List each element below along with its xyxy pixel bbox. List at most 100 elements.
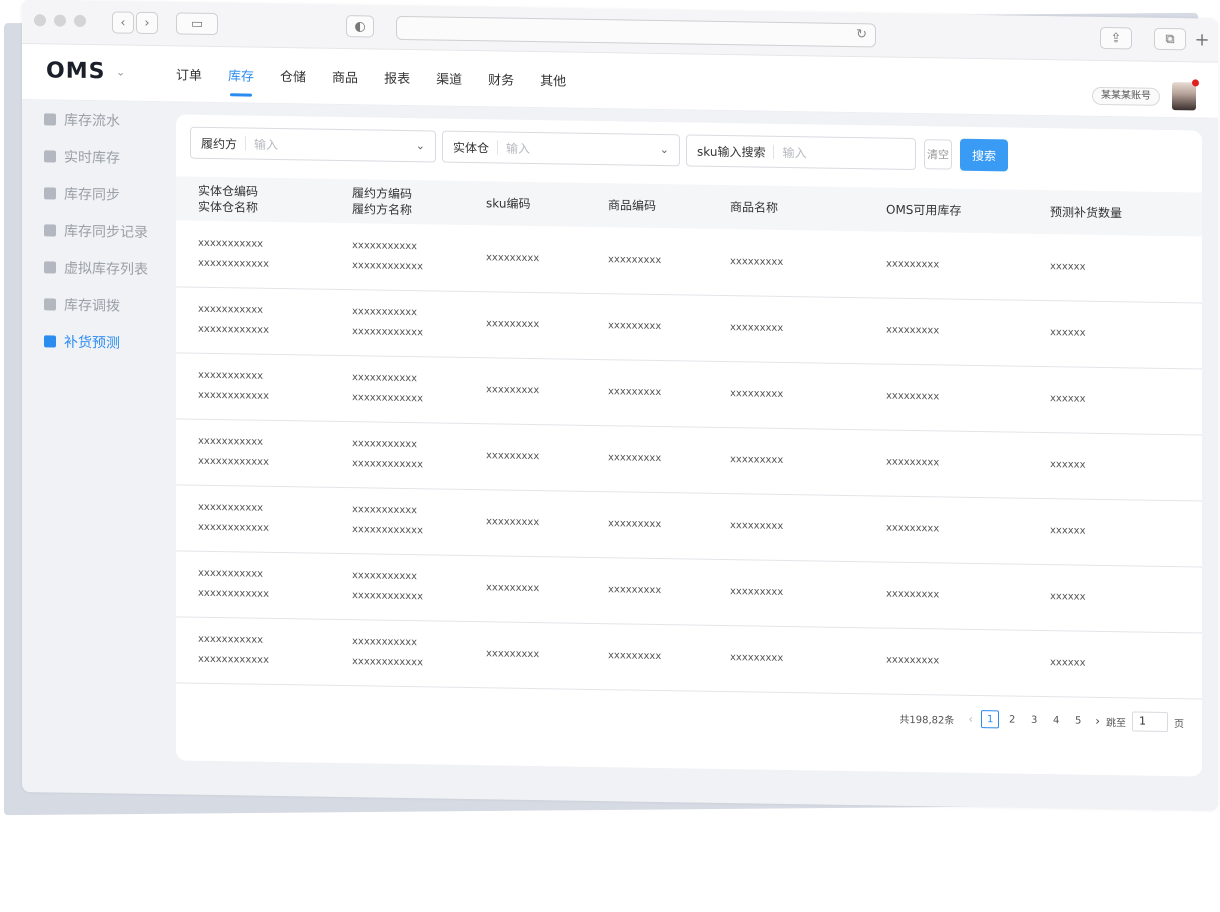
page-number[interactable]: 2 bbox=[1003, 710, 1021, 728]
cell-text: xxxxxxxxxxx bbox=[198, 633, 264, 646]
cell-text: xxxxxxxxx bbox=[608, 386, 662, 399]
sidebar-item-2[interactable]: 库存同步 bbox=[22, 174, 172, 213]
cell-text: xxxxxx bbox=[1050, 657, 1086, 669]
sidebar-item-label: 库存流水 bbox=[64, 112, 120, 130]
tabs-overview-icon[interactable]: ⧉ bbox=[1154, 27, 1186, 51]
top-nav: 订单 库存 仓储 商品 报表 渠道 财务 其他 bbox=[176, 64, 592, 102]
list-icon bbox=[44, 112, 56, 126]
sidebar-item-4[interactable]: 虚拟库存列表 bbox=[22, 248, 172, 287]
cell-text: xxxxxxxxxxx bbox=[352, 570, 418, 583]
warehouse-placeholder: 输入 bbox=[506, 141, 531, 156]
cell-text: xxxxxxxxx bbox=[730, 388, 784, 400]
cell-text: xxxxxxxxx bbox=[608, 253, 662, 266]
jump-label: 跳至 bbox=[1106, 717, 1126, 729]
chevron-down-icon[interactable]: ⌄ bbox=[116, 65, 125, 78]
nav-tab-7[interactable]: 其他 bbox=[540, 70, 566, 101]
nav-tab-3[interactable]: 商品 bbox=[332, 67, 358, 98]
cell-text: xxxxxxxxxxx bbox=[352, 438, 418, 451]
table-cell: xxxxxx bbox=[1050, 630, 1202, 699]
nav-tab-1[interactable]: 库存 bbox=[228, 65, 254, 96]
table-cell: xxxxxxxxxxx xxxxxxxxxxxx bbox=[352, 553, 486, 622]
cell-text: xxxxxxxxxxxx bbox=[198, 257, 270, 270]
cell-text: xxxxxxxxx bbox=[730, 586, 784, 598]
table-cell: xxxxxxxxx bbox=[730, 559, 886, 628]
cell-text: xxxxxxxxxxx bbox=[352, 306, 418, 319]
table-cell: xxxxxx bbox=[1050, 564, 1202, 633]
app-logo[interactable]: OMS bbox=[46, 58, 105, 84]
fulfiller-label: 履约方 bbox=[201, 136, 238, 151]
cell-text: xxxxxxxxx bbox=[886, 390, 940, 403]
warehouse-label: 实体仓 bbox=[453, 140, 490, 155]
column-header: 商品编码 bbox=[608, 183, 730, 229]
transfer-icon bbox=[44, 297, 56, 311]
minimize-window-dot[interactable] bbox=[54, 14, 66, 27]
sidebar-toggle-icon[interactable]: ▭ bbox=[176, 12, 218, 36]
maximize-window-dot[interactable] bbox=[74, 14, 86, 28]
stock-icon bbox=[44, 149, 56, 163]
table-cell: xxxxxx bbox=[1050, 498, 1202, 567]
reload-icon[interactable]: ↻ bbox=[856, 27, 867, 42]
page-number[interactable]: 5 bbox=[1069, 711, 1087, 729]
warehouse-select[interactable]: 实体仓 输入 ⌄ bbox=[442, 130, 680, 167]
cell-text: xxxxxxxxx bbox=[886, 324, 940, 337]
table-cell: xxxxxxxxx bbox=[730, 427, 886, 496]
column-header: 商品名称 bbox=[730, 185, 886, 231]
nav-tab-2[interactable]: 仓储 bbox=[280, 66, 306, 97]
account-badge[interactable]: 某某某账号 bbox=[1092, 86, 1160, 106]
fulfiller-select[interactable]: 履约方 输入 ⌄ bbox=[190, 126, 436, 163]
sidebar-item-6[interactable]: 补货预测 bbox=[22, 322, 172, 361]
sidebar-item-3[interactable]: 库存同步记录 bbox=[22, 211, 172, 250]
cell-text: xxxxxxxxx bbox=[486, 516, 540, 529]
clear-button[interactable]: 清空 bbox=[924, 139, 952, 170]
cell-text: xxxxxx bbox=[1050, 591, 1086, 603]
table-cell: xxxxxxxxx bbox=[608, 425, 730, 494]
cell-text: xxxxxx bbox=[1050, 260, 1086, 273]
cell-text: xxxxxxxxx bbox=[886, 588, 940, 601]
back-icon[interactable]: ‹ bbox=[112, 11, 134, 34]
search-button[interactable]: 搜索 bbox=[960, 138, 1008, 172]
cell-text: xxxxxxxxxxx bbox=[352, 504, 418, 517]
avatar[interactable] bbox=[1172, 79, 1199, 111]
sidebar-item-0[interactable]: 库存流水 bbox=[22, 100, 172, 139]
table-cell: xxxxxxxxxxx xxxxxxxxxxxx bbox=[176, 484, 352, 554]
table-cell: xxxxxxxxx bbox=[886, 495, 1050, 565]
main-content: 履约方 输入 ⌄ 实体仓 输入 ⌄ sku输入搜索 输入 清空 搜索 实体仓编码… bbox=[176, 114, 1202, 777]
nav-tab-6[interactable]: 财务 bbox=[488, 69, 514, 100]
share-icon[interactable]: ⇪ bbox=[1100, 26, 1132, 50]
privacy-shield-icon[interactable]: ◐ bbox=[346, 15, 374, 38]
cell-text: xxxxxxxxx bbox=[608, 320, 662, 333]
table-cell: xxxxxxxxx bbox=[886, 627, 1050, 697]
column-header: OMS可用库存 bbox=[886, 188, 1050, 235]
table-cell: xxxxxxxxx bbox=[486, 621, 608, 690]
cell-text: xxxxxxxxxxxx bbox=[198, 587, 270, 600]
divider bbox=[773, 144, 775, 159]
new-tab-icon[interactable]: + bbox=[1190, 28, 1214, 50]
prev-page-icon[interactable]: ‹ bbox=[968, 712, 973, 726]
sku-search-input[interactable]: sku输入搜索 输入 bbox=[686, 134, 916, 171]
cell-text: xxxxxxxxx bbox=[886, 258, 940, 271]
cell-text: xxxxxxxxx bbox=[486, 648, 540, 661]
chevron-down-icon: ⌄ bbox=[415, 139, 425, 153]
forward-icon[interactable]: › bbox=[136, 11, 158, 35]
table-cell: xxxxxxxxx bbox=[730, 295, 886, 364]
cell-text: xxxxxxxxxxx bbox=[198, 369, 264, 382]
sidebar-item-label: 虚拟库存列表 bbox=[64, 260, 148, 278]
sidebar-item-5[interactable]: 库存调拨 bbox=[22, 285, 172, 324]
nav-tab-4[interactable]: 报表 bbox=[384, 68, 410, 99]
table-cell: xxxxxxxxxxx xxxxxxxxxxxx bbox=[176, 550, 352, 620]
sidebar-item-1[interactable]: 实时库存 bbox=[22, 137, 172, 176]
nav-tab-5[interactable]: 渠道 bbox=[436, 69, 462, 100]
next-page-icon[interactable]: › bbox=[1095, 714, 1100, 728]
page-number[interactable]: 3 bbox=[1025, 711, 1043, 729]
page-number[interactable]: 1 bbox=[981, 710, 1000, 729]
address-bar[interactable]: ↻ bbox=[396, 15, 876, 48]
cell-text: xxxxxxxxxxx bbox=[352, 239, 418, 252]
cell-text: xxxxxxxxx bbox=[730, 652, 784, 664]
jump-page-input[interactable]: 1 bbox=[1132, 711, 1168, 733]
page-number[interactable]: 4 bbox=[1047, 711, 1065, 729]
table-cell: xxxxxxxxx bbox=[730, 625, 886, 694]
table-cell: xxxxxxxxx bbox=[486, 555, 608, 624]
close-window-dot[interactable] bbox=[34, 14, 46, 27]
nav-tab-0[interactable]: 订单 bbox=[176, 64, 202, 95]
cell-text: xxxxxxxxx bbox=[608, 518, 662, 531]
